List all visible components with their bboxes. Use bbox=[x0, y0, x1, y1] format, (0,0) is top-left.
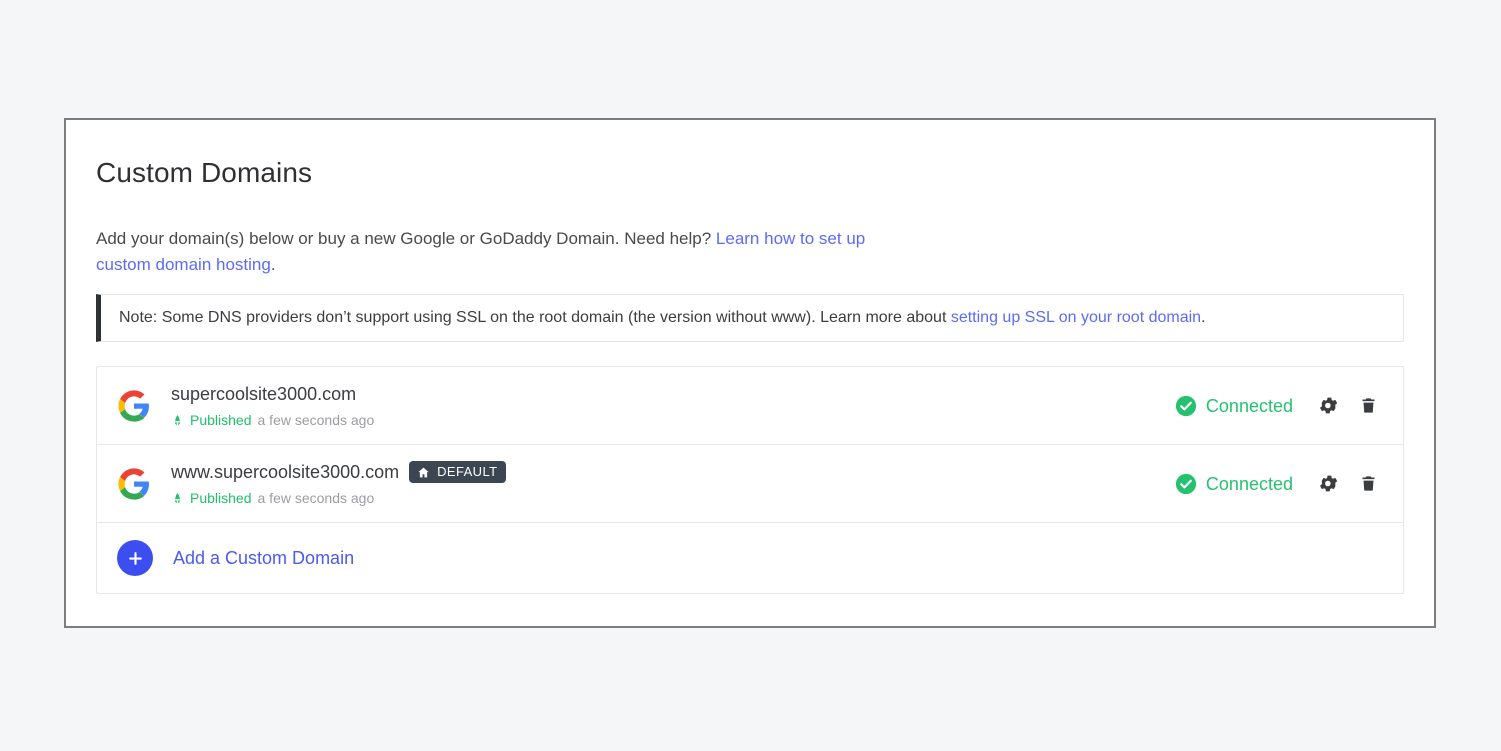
domain-name-line: supercoolsite3000.com bbox=[171, 382, 1175, 406]
gear-icon bbox=[1319, 475, 1337, 492]
ssl-note-box: Note: Some DNS providers don’t support u… bbox=[96, 294, 1404, 342]
published-rocket-icon bbox=[174, 492, 181, 503]
check-circle-icon bbox=[1175, 473, 1197, 494]
custom-domains-card: Custom Domains Add your domain(s) below … bbox=[64, 118, 1436, 628]
table-row[interactable]: www.supercoolsite3000.com DEFAULT Publis… bbox=[97, 445, 1403, 523]
publish-status: Published a few seconds ago bbox=[171, 411, 1175, 429]
domain-name: supercoolsite3000.com bbox=[171, 384, 357, 404]
description-trailing-text: . bbox=[270, 255, 276, 274]
domain-info: supercoolsite3000.com Published a few se… bbox=[171, 382, 1175, 429]
publish-status: Published a few seconds ago bbox=[171, 489, 1175, 507]
domain-name: www.supercoolsite3000.com bbox=[171, 462, 400, 482]
connection-status-label: Connected bbox=[1205, 473, 1293, 494]
publish-state-label: Published bbox=[190, 490, 252, 506]
add-custom-domain-label: Add a Custom Domain bbox=[173, 548, 355, 568]
note-text: Note: Some DNS providers don’t support u… bbox=[119, 307, 1206, 329]
default-badge: DEFAULT bbox=[409, 461, 507, 483]
page-root: Custom Domains Add your domain(s) below … bbox=[0, 0, 1501, 751]
google-logo-icon bbox=[118, 467, 149, 500]
add-custom-domain-row[interactable]: Add a Custom Domain bbox=[97, 523, 1403, 593]
plus-icon bbox=[117, 540, 153, 576]
plus-glyph-icon bbox=[128, 551, 142, 565]
home-icon bbox=[418, 467, 429, 477]
google-logo-icon bbox=[118, 389, 149, 422]
note-prefix-text: Note: Some DNS providers don’t support u… bbox=[119, 309, 951, 326]
trash-icon bbox=[1361, 398, 1375, 413]
check-circle-icon bbox=[1175, 395, 1197, 416]
publish-time-label: a few seconds ago bbox=[257, 412, 375, 428]
page-title: Custom Domains bbox=[96, 157, 313, 188]
description-paragraph: Add your domain(s) below or buy a new Go… bbox=[96, 226, 896, 278]
domain-list: supercoolsite3000.com Published a few se… bbox=[96, 366, 1404, 594]
row-actions: Connected bbox=[1175, 471, 1381, 497]
status-badge: Connected bbox=[1175, 395, 1293, 417]
domain-delete-button[interactable] bbox=[1355, 393, 1381, 419]
domain-info: www.supercoolsite3000.com DEFAULT Publis… bbox=[171, 460, 1175, 507]
publish-time-label: a few seconds ago bbox=[257, 490, 375, 506]
gear-icon bbox=[1319, 397, 1337, 414]
domain-settings-button[interactable] bbox=[1315, 471, 1341, 497]
domain-settings-button[interactable] bbox=[1315, 393, 1341, 419]
domain-name-line: www.supercoolsite3000.com DEFAULT bbox=[171, 460, 1175, 484]
connection-status-label: Connected bbox=[1205, 395, 1293, 416]
publish-state-label: Published bbox=[190, 412, 252, 428]
trash-icon bbox=[1361, 476, 1375, 491]
row-actions: Connected bbox=[1175, 393, 1381, 419]
default-badge-label: DEFAULT bbox=[437, 464, 498, 479]
published-rocket-icon bbox=[174, 414, 181, 425]
status-badge: Connected bbox=[1175, 473, 1293, 495]
description-lead-text: Add your domain(s) below or buy a new Go… bbox=[96, 229, 716, 248]
setting-up-ssl-link[interactable]: setting up SSL on your root domain bbox=[951, 309, 1201, 326]
domain-delete-button[interactable] bbox=[1355, 471, 1381, 497]
table-row[interactable]: supercoolsite3000.com Published a few se… bbox=[97, 367, 1403, 445]
note-suffix-text: . bbox=[1201, 309, 1206, 326]
card-content: Custom Domains Add your domain(s) below … bbox=[66, 120, 1434, 594]
